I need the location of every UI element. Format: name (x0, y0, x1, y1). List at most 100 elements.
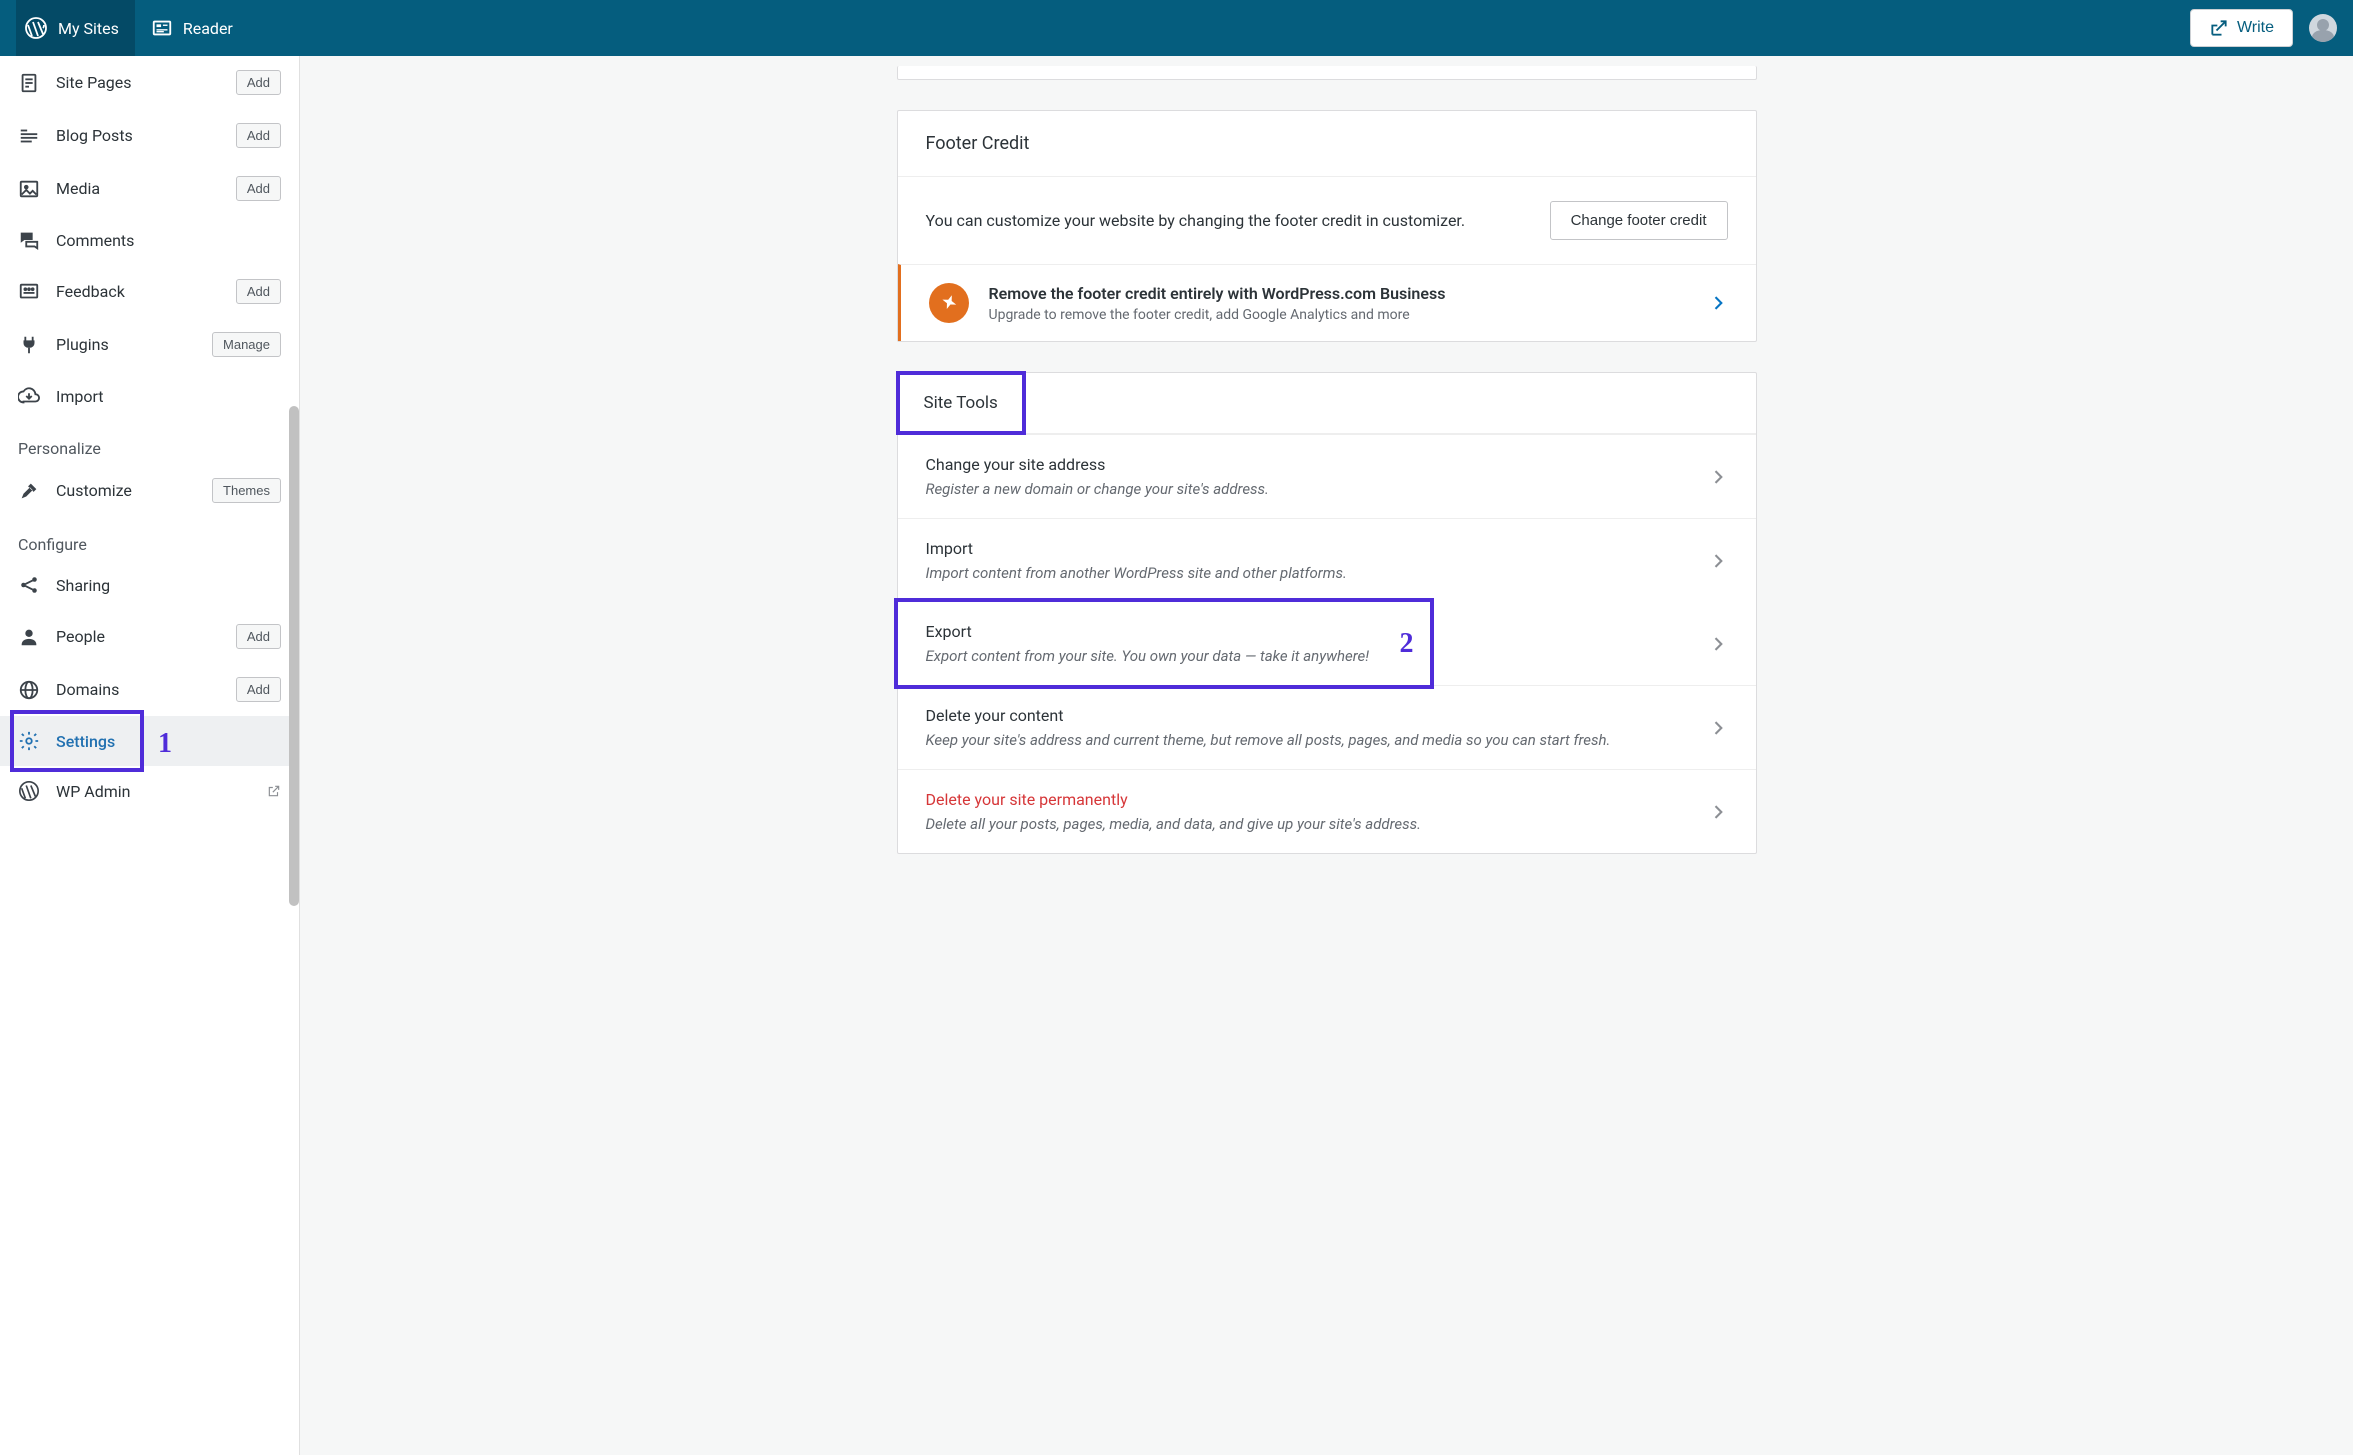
tool-change-address[interactable]: Change your site address Register a new … (898, 434, 1756, 518)
sidebar-label: WP Admin (56, 782, 251, 801)
globe-icon (18, 679, 40, 701)
tool-subtitle: Delete all your posts, pages, media, and… (926, 815, 1688, 833)
tool-subtitle: Keep your site's address and current the… (926, 731, 1688, 749)
annotation-number-1: 1 (158, 728, 172, 760)
compass-icon (929, 283, 969, 323)
upsell-text: Remove the footer credit entirely with W… (989, 284, 1688, 323)
sidebar-label: Site Pages (56, 73, 220, 92)
footer-credit-text: You can customize your website by changi… (926, 211, 1530, 230)
sidebar-item-import[interactable]: Import (0, 371, 299, 421)
sidebar-add-button[interactable]: Add (236, 176, 281, 201)
tool-title: Delete your site permanently (926, 790, 1688, 809)
sidebar-scrollbar[interactable] (289, 406, 299, 906)
people-icon (18, 626, 40, 648)
upsell-title: Remove the footer credit entirely with W… (989, 284, 1688, 303)
sidebar-label: Feedback (56, 282, 220, 301)
write-button[interactable]: Write (2190, 9, 2293, 47)
sidebar-themes-button[interactable]: Themes (212, 478, 281, 503)
sidebar-item-sharing[interactable]: Sharing (0, 560, 299, 610)
sidebar-label: Domains (56, 680, 220, 699)
footer-credit-body: You can customize your website by changi… (898, 177, 1756, 264)
user-avatar[interactable] (2309, 14, 2337, 42)
sidebar-item-wp-admin[interactable]: WP Admin (0, 766, 299, 816)
sidebar-item-customize[interactable]: Customize Themes (0, 464, 299, 517)
sidebar-item-domains[interactable]: Domains Add (0, 663, 299, 716)
topbar-my-sites[interactable]: My Sites (16, 0, 135, 56)
topbar: My Sites Reader Write (0, 0, 2353, 56)
plugin-icon (18, 334, 40, 356)
sidebar: Site Pages Add Blog Posts Add Media Add … (0, 56, 300, 1455)
tool-title: Export (926, 622, 1402, 641)
change-footer-credit-button[interactable]: Change footer credit (1550, 201, 1728, 240)
tool-subtitle: Register a new domain or change your sit… (926, 480, 1688, 498)
sidebar-item-media[interactable]: Media Add (0, 162, 299, 215)
sidebar-label: Customize (56, 481, 196, 500)
tool-delete-content[interactable]: Delete your content Keep your site's add… (898, 685, 1756, 769)
wordpress-logo-icon (24, 16, 48, 40)
annotation-number-2: 2 (1400, 628, 1414, 660)
tool-title: Change your site address (926, 455, 1688, 474)
site-tools-header-wrap: Site Tools (898, 373, 1756, 434)
sidebar-item-feedback[interactable]: Feedback Add (0, 265, 299, 318)
sidebar-label: People (56, 627, 220, 646)
sidebar-label: Import (56, 387, 281, 406)
feedback-icon (18, 281, 40, 303)
footer-credit-header: Footer Credit (898, 111, 1756, 177)
site-tools-header: Site Tools (896, 371, 1026, 435)
sidebar-add-button[interactable]: Add (236, 279, 281, 304)
sidebar-item-settings[interactable]: Settings (0, 716, 299, 766)
sidebar-item-blog-posts[interactable]: Blog Posts Add (0, 109, 299, 162)
topbar-my-sites-label: My Sites (58, 19, 119, 38)
page-icon (18, 72, 40, 94)
chevron-right-icon (1708, 718, 1728, 738)
sidebar-add-button[interactable]: Add (236, 624, 281, 649)
tool-import[interactable]: Import Import content from another WordP… (898, 518, 1756, 602)
topbar-reader-label: Reader (183, 19, 233, 38)
tool-export[interactable]: Export Export content from your site. Yo… (898, 602, 1430, 685)
sidebar-item-comments[interactable]: Comments (0, 215, 299, 265)
reader-icon (151, 17, 173, 39)
sidebar-label: Sharing (56, 576, 281, 595)
sidebar-item-site-pages[interactable]: Site Pages Add (0, 56, 299, 109)
tool-subtitle: Import content from another WordPress si… (926, 564, 1688, 582)
chevron-right-icon (1708, 293, 1728, 313)
sidebar-label: Plugins (56, 335, 196, 354)
tool-title: Import (926, 539, 1688, 558)
sidebar-label: Media (56, 179, 220, 198)
site-tools-card: Site Tools Change your site address Regi… (897, 372, 1757, 854)
comments-icon (18, 229, 40, 251)
chevron-right-icon (1708, 802, 1728, 822)
write-button-label: Write (2237, 19, 2274, 37)
chevron-right-icon (1708, 467, 1728, 487)
sidebar-manage-button[interactable]: Manage (212, 332, 281, 357)
footer-credit-upsell[interactable]: Remove the footer credit entirely with W… (898, 264, 1756, 341)
main-content: Footer Credit You can customize your web… (300, 56, 2353, 1455)
chevron-right-icon (1708, 551, 1728, 571)
import-icon (18, 385, 40, 407)
sidebar-add-button[interactable]: Add (236, 70, 281, 95)
tool-subtitle: Export content from your site. You own y… (926, 647, 1402, 665)
external-link-icon (267, 784, 281, 798)
tool-delete-site[interactable]: Delete your site permanently Delete all … (898, 769, 1756, 853)
sidebar-item-people[interactable]: People Add (0, 610, 299, 663)
previous-card-fragment (897, 66, 1757, 80)
wordpress-icon (18, 780, 40, 802)
posts-icon (18, 125, 40, 147)
sidebar-section-configure: Configure (0, 517, 299, 560)
upsell-subtitle: Upgrade to remove the footer credit, add… (989, 307, 1688, 323)
share-icon (18, 574, 40, 596)
media-icon (18, 178, 40, 200)
sidebar-label: Comments (56, 231, 281, 250)
write-icon (2209, 18, 2229, 38)
tool-title: Delete your content (926, 706, 1688, 725)
gear-icon (18, 730, 40, 752)
customize-icon (18, 480, 40, 502)
sidebar-add-button[interactable]: Add (236, 123, 281, 148)
footer-credit-card: Footer Credit You can customize your web… (897, 110, 1757, 342)
annotation-highlight-2: Export Export content from your site. Yo… (894, 598, 1434, 689)
sidebar-section-personalize: Personalize (0, 421, 299, 464)
sidebar-add-button[interactable]: Add (236, 677, 281, 702)
chevron-right-icon (1708, 634, 1728, 654)
sidebar-item-plugins[interactable]: Plugins Manage (0, 318, 299, 371)
topbar-reader[interactable]: Reader (135, 0, 249, 56)
